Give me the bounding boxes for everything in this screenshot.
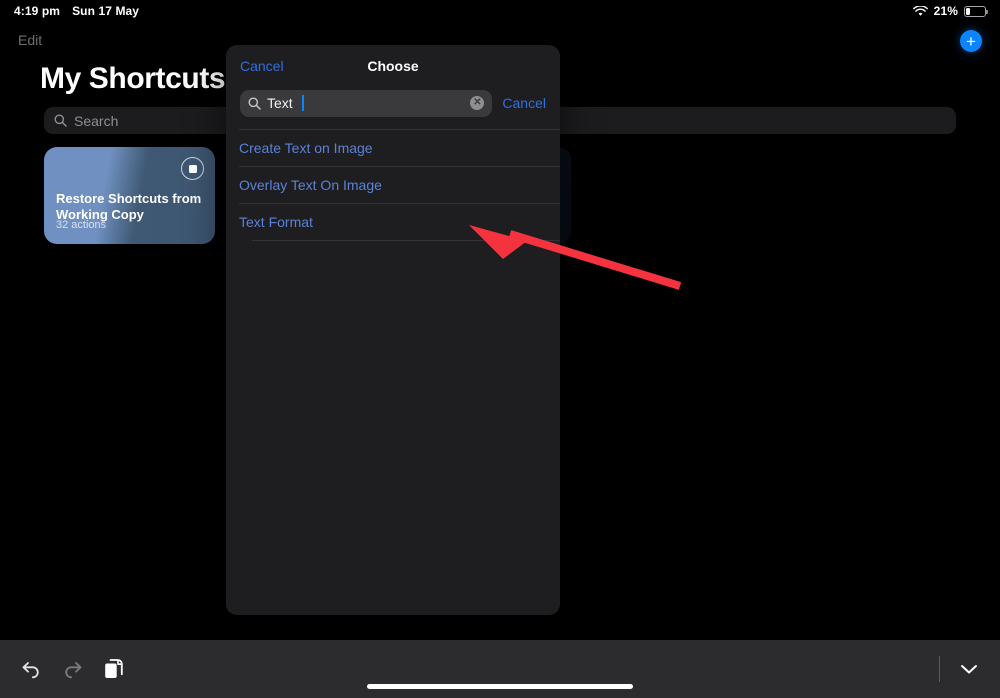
modal-search-cancel-button[interactable]: Cancel (502, 95, 546, 111)
chevron-down-icon[interactable] (958, 662, 980, 676)
status-bar: 4:19 pm Sun 17 May 21% (0, 0, 1000, 22)
modal-cancel-button[interactable]: Cancel (240, 58, 284, 74)
edit-button[interactable]: Edit (18, 32, 42, 48)
modal-header: Cancel Choose (226, 45, 560, 87)
action-result-row[interactable]: Overlay Text On Image (226, 166, 560, 203)
stop-square-icon[interactable] (181, 157, 204, 180)
clear-circle-icon[interactable]: ✕ (470, 96, 485, 110)
modal-search-value: Text (267, 95, 293, 111)
action-result-label: Text Format (239, 213, 313, 230)
plus-icon: + (966, 31, 976, 51)
search-icon (54, 114, 67, 127)
action-result-row[interactable]: Create Text on Image (226, 129, 560, 166)
status-bar-right: 21% (912, 4, 988, 18)
choose-action-modal: Cancel Choose Text ✕ Cancel Create Text … (226, 45, 560, 615)
toolbar-divider (939, 656, 940, 682)
page-title: My Shortcuts (40, 62, 226, 95)
status-date: Sun 17 May (72, 4, 140, 18)
action-result-label: Create Text on Image (239, 139, 373, 156)
battery-fill (966, 7, 970, 15)
battery-icon (964, 5, 988, 17)
bottom-toolbar (0, 640, 1000, 698)
wifi-icon (912, 5, 928, 17)
action-results-list: Create Text on Image Overlay Text On Imag… (226, 129, 560, 241)
modal-search-row: Text ✕ Cancel (226, 87, 560, 119)
shortcut-card-restore[interactable]: Restore Shortcuts from Working Copy 32 a… (44, 147, 215, 244)
ipad-screen: 4:19 pm Sun 17 May 21% Edit My Shortcuts… (0, 0, 1000, 698)
battery-percent: 21% (933, 4, 958, 18)
home-indicator (367, 684, 633, 689)
search-placeholder: Search (74, 112, 119, 129)
redo-arrow-icon[interactable] (62, 659, 84, 679)
undo-arrow-icon[interactable] (20, 659, 42, 679)
status-bar-left: 4:19 pm Sun 17 May (14, 4, 139, 18)
toolbar-right-group (939, 656, 980, 682)
modal-search-input[interactable]: Text ✕ (240, 89, 493, 117)
action-result-label: Overlay Text On Image (239, 176, 382, 193)
add-shortcut-button[interactable]: + (960, 30, 982, 52)
paste-documents-icon[interactable] (104, 658, 124, 680)
shortcut-card-subtitle: 32 actions (56, 219, 107, 231)
status-time: 4:19 pm (14, 4, 61, 18)
action-result-row[interactable]: Text Format (226, 203, 560, 240)
text-cursor (301, 95, 304, 111)
search-icon (248, 97, 261, 110)
